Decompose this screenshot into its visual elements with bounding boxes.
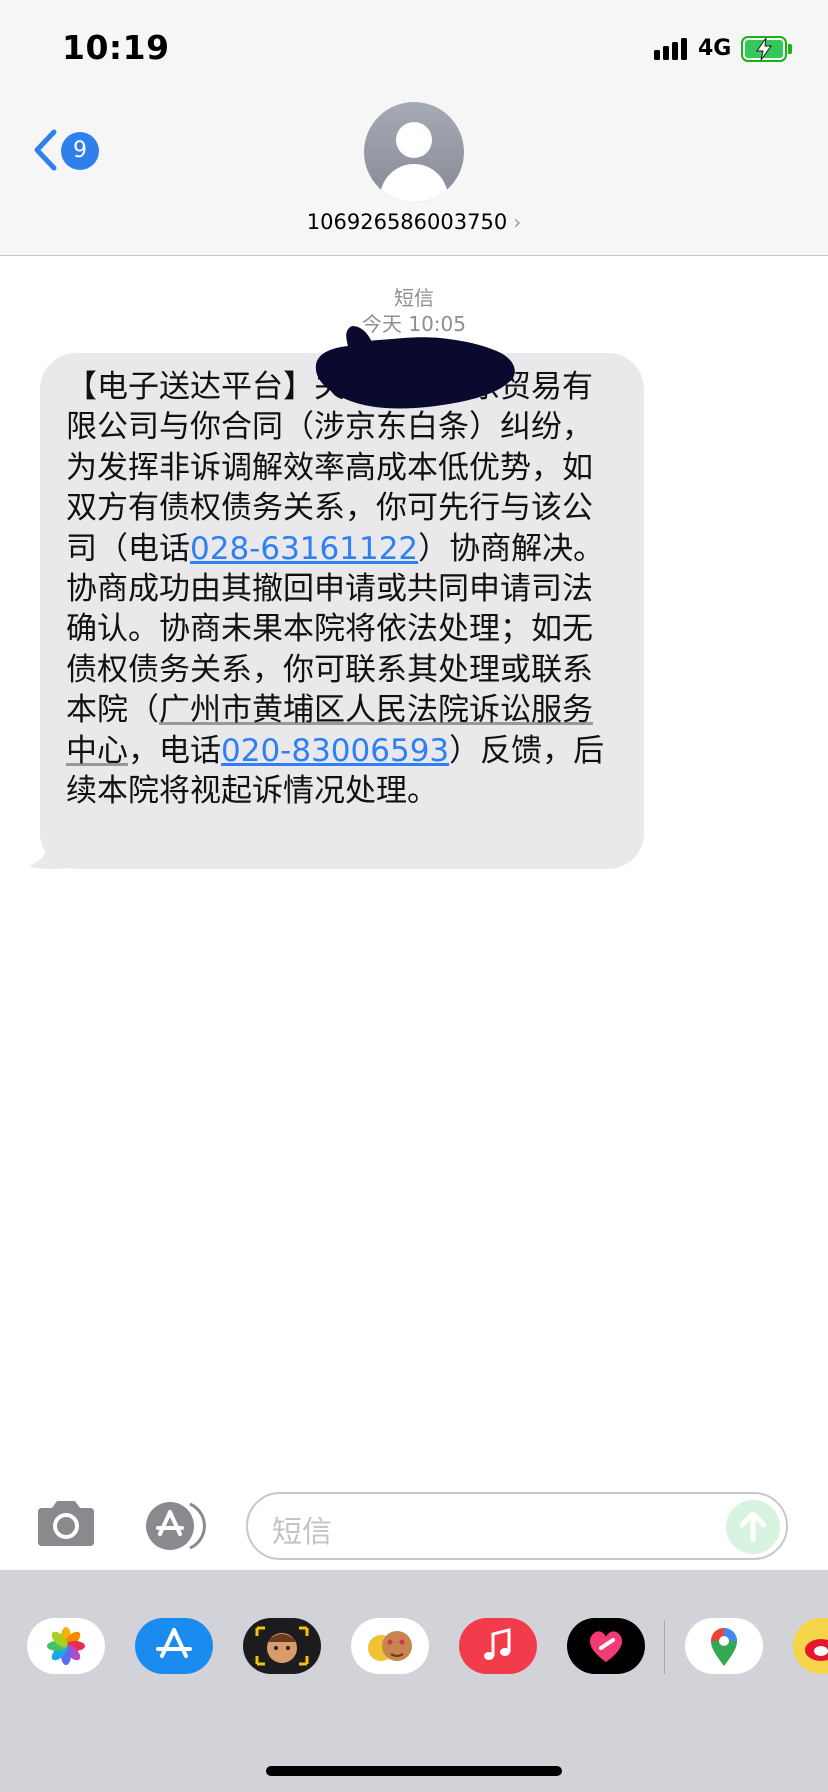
- memoji-icon[interactable]: [243, 1618, 321, 1674]
- status-time: 10:19: [62, 28, 170, 67]
- conversation-header: 10:19 4G 9 106926586003750 ›: [0, 0, 828, 256]
- phone-link[interactable]: 028-63161122: [190, 531, 418, 567]
- cellular-signal-icon: [654, 36, 688, 60]
- message-text: 【电子送达平台】关于广州晶东贸易有限公司与你合同（涉京东白条）纠纷，为发挥非诉调…: [66, 367, 620, 811]
- chevron-left-icon: [34, 129, 57, 171]
- digital-touch-icon[interactable]: [567, 1618, 645, 1674]
- battery-charging-icon: [741, 36, 793, 62]
- service-label: 短信: [394, 286, 434, 310]
- message-part: ，电话: [128, 732, 221, 769]
- camera-icon: [38, 1501, 94, 1546]
- app-store-button[interactable]: [140, 1498, 212, 1554]
- unread-count-badge: 9: [61, 132, 99, 170]
- chevron-right-icon: ›: [513, 210, 522, 234]
- photos-icon[interactable]: [27, 1618, 105, 1674]
- weibo-icon[interactable]: [793, 1618, 828, 1674]
- contact-number: 106926586003750: [306, 210, 508, 234]
- send-button[interactable]: [726, 1500, 780, 1554]
- camera-button[interactable]: [34, 1498, 98, 1552]
- music-icon[interactable]: [459, 1618, 537, 1674]
- messages-screen: 10:19 4G 9 106926586003750 › 短信 今天 10:05…: [0, 0, 828, 1792]
- message-input[interactable]: 短信: [246, 1492, 788, 1560]
- contact-details-button[interactable]: 106926586003750 ›: [264, 210, 564, 240]
- maps-icon[interactable]: [685, 1618, 763, 1674]
- drawer-divider: [664, 1620, 665, 1674]
- app-store-icon[interactable]: [135, 1618, 213, 1674]
- home-indicator: [266, 1766, 562, 1776]
- app-drawer: [0, 1570, 828, 1792]
- network-type: 4G: [698, 36, 732, 61]
- message-part: 【电子送达平台】: [66, 369, 314, 405]
- redaction-scribble: [315, 326, 515, 409]
- received-message-bubble[interactable]: 【电子送达平台】关于广州晶东贸易有限公司与你合同（涉京东白条）纠纷，为发挥非诉调…: [40, 353, 644, 869]
- person-avatar-icon[interactable]: [364, 102, 464, 202]
- phone-link[interactable]: 020-83006593: [221, 733, 449, 769]
- message-input-placeholder: 短信: [272, 1515, 332, 1550]
- back-button[interactable]: 9: [28, 124, 108, 180]
- animoji-stickers-icon[interactable]: [351, 1618, 429, 1674]
- send-arrow-icon: [739, 1511, 767, 1543]
- app-store-icon: [146, 1502, 206, 1550]
